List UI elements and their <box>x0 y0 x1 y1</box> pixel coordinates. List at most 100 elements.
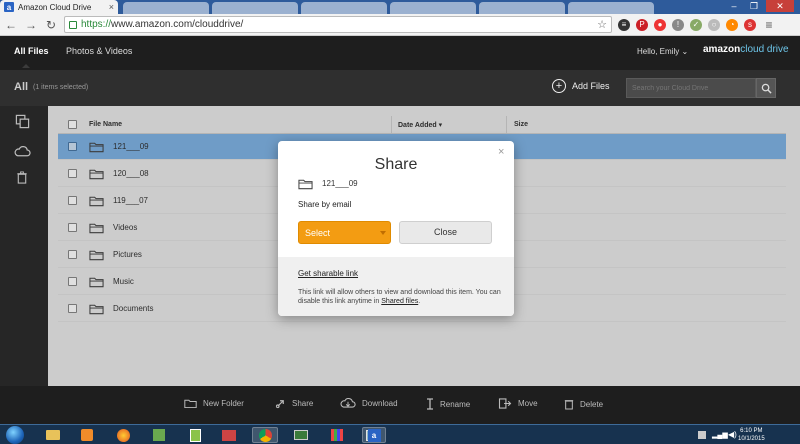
caret-down-icon <box>380 231 386 235</box>
start-button[interactable] <box>6 426 24 444</box>
tab-photos-videos[interactable]: Photos & Videos <box>66 46 132 56</box>
taskbar-app-grid[interactable] <box>324 427 350 443</box>
browser-tab-background[interactable] <box>301 2 387 14</box>
move-label: Move <box>518 399 538 408</box>
grid-icon <box>331 429 343 441</box>
url-path: www.amazon.com/clouddrive/ <box>111 19 244 30</box>
browser-tab-background[interactable] <box>568 2 654 14</box>
sidebar-item-trash[interactable] <box>13 168 31 186</box>
app-icon <box>189 428 201 442</box>
add-files-button[interactable]: + Add Files <box>552 79 610 93</box>
sidebar-item-cloud[interactable] <box>13 142 31 160</box>
description-end: . <box>418 298 421 305</box>
lock-icon <box>69 20 77 29</box>
clock-time: 6:10 PM <box>740 428 763 434</box>
bookmark-star-icon[interactable]: ☆ <box>597 18 607 31</box>
user-greeting[interactable]: Hello, Emily ⌄ <box>637 47 688 56</box>
share-icon <box>275 400 284 409</box>
back-icon[interactable]: ← <box>4 18 18 32</box>
taskbar-network-app[interactable] <box>146 427 172 443</box>
download-button[interactable]: Download <box>340 398 398 409</box>
rss-icon[interactable]: ◔ <box>726 18 738 31</box>
extension-circle-icon[interactable]: ○ <box>708 18 720 31</box>
firefox-icon <box>116 428 130 442</box>
taskbar-app-green[interactable] <box>182 427 208 443</box>
extension-stumble-icon[interactable]: s <box>744 18 756 31</box>
new-folder-button[interactable]: New Folder <box>184 398 244 409</box>
modal-folder-name: 121___09 <box>322 179 358 188</box>
taskbar-clock[interactable]: 6:10 PM 10/1/2015 <box>738 427 765 443</box>
taskbar-app-monitor[interactable] <box>288 427 314 443</box>
taskbar-media-player[interactable] <box>74 427 100 443</box>
address-bar[interactable]: https://www.amazon.com/clouddrive/ ☆ <box>64 16 612 33</box>
tray-flag-icon[interactable] <box>698 431 706 439</box>
maximize-icon[interactable]: ❐ <box>744 0 764 12</box>
sharable-link-description: This link will allow others to view and … <box>298 288 503 306</box>
modal-close-icon[interactable]: × <box>498 146 504 158</box>
select-label: Select <box>305 228 331 238</box>
search-icon <box>761 83 772 94</box>
url-scheme: https:// <box>81 19 112 30</box>
browser-tab-background[interactable] <box>212 2 298 14</box>
folder-icon <box>46 430 60 440</box>
extension-layers-icon[interactable]: ≡ <box>618 18 630 31</box>
search-button[interactable] <box>756 78 776 98</box>
amazon-cloud-drive-logo[interactable]: amazoncloud drive <box>703 44 789 55</box>
cloud-icon <box>14 146 31 157</box>
rename-button[interactable]: Rename <box>426 398 470 410</box>
browser-tab-background[interactable] <box>479 2 565 14</box>
greeting-text: Hello, Emily <box>637 47 680 56</box>
browser-tab-background[interactable] <box>123 2 209 14</box>
modal-title: Share <box>374 156 418 173</box>
app-header: All Files Photos & Videos Hello, Emily ⌄… <box>0 36 800 70</box>
taskbar-chrome[interactable] <box>252 427 278 443</box>
chrome-menu-icon[interactable]: ≡ <box>762 18 776 32</box>
all-label: All <box>14 81 29 93</box>
delete-label: Delete <box>580 399 604 409</box>
taskbar-explorer[interactable] <box>40 427 66 443</box>
amazon-favicon-icon: a <box>4 2 14 12</box>
get-sharable-link[interactable]: Get sharable link <box>298 269 358 278</box>
trash-icon <box>564 400 574 410</box>
extension-green-icon[interactable]: ✓ <box>690 18 702 31</box>
window-close-icon[interactable]: ✕ <box>766 0 794 12</box>
amazon-icon: a <box>367 428 381 442</box>
browser-tab-background[interactable] <box>390 2 476 14</box>
pinterest-icon[interactable]: P <box>636 18 648 31</box>
select-dropdown[interactable]: Select <box>298 221 391 244</box>
search-box <box>626 78 776 98</box>
browser-tab-active[interactable]: a Amazon Cloud Drive × <box>0 0 118 14</box>
chevron-down-icon: ⌄ <box>681 47 689 56</box>
tab-all-files[interactable]: All Files <box>14 46 49 56</box>
taskbar-amazon[interactable]: a <box>362 427 386 443</box>
rename-label: Rename <box>440 399 471 409</box>
search-input[interactable] <box>626 78 756 98</box>
taskbar-firefox[interactable] <box>110 427 136 443</box>
tray-network-icon[interactable]: ▂▄▆ <box>712 431 728 439</box>
download-label: Download <box>362 399 398 408</box>
download-icon <box>340 398 356 408</box>
forward-icon[interactable]: → <box>24 18 38 32</box>
tab-title: Amazon Cloud Drive <box>18 2 92 12</box>
media-player-icon <box>81 429 93 441</box>
trash-icon <box>17 170 27 184</box>
extension-red-icon[interactable]: ● <box>654 18 666 31</box>
shared-files-link[interactable]: Shared files <box>381 298 418 305</box>
share-button[interactable]: Share <box>275 398 313 409</box>
extension-gray-icon[interactable]: ! <box>672 18 684 31</box>
brand-product: cloud drive <box>740 44 789 55</box>
delete-button[interactable]: Delete <box>564 398 603 410</box>
add-files-label: Add Files <box>572 81 610 91</box>
tray-volume-icon[interactable]: ◀) <box>728 430 737 439</box>
rename-icon <box>427 398 433 410</box>
sharable-link-section: Get sharable link This link will allow o… <box>278 257 514 316</box>
close-button[interactable]: Close <box>399 221 492 244</box>
sidebar-item-files[interactable] <box>13 112 31 130</box>
minimize-icon[interactable]: – <box>724 0 744 12</box>
share-modal: Share × 121___09 Share by email Select C… <box>278 141 514 316</box>
reload-icon[interactable]: ↻ <box>44 18 58 32</box>
sidebar <box>0 106 48 386</box>
move-button[interactable]: Move <box>498 398 538 409</box>
selected-count: (1 items selected) <box>33 84 89 91</box>
tab-close-icon[interactable]: × <box>109 2 114 12</box>
